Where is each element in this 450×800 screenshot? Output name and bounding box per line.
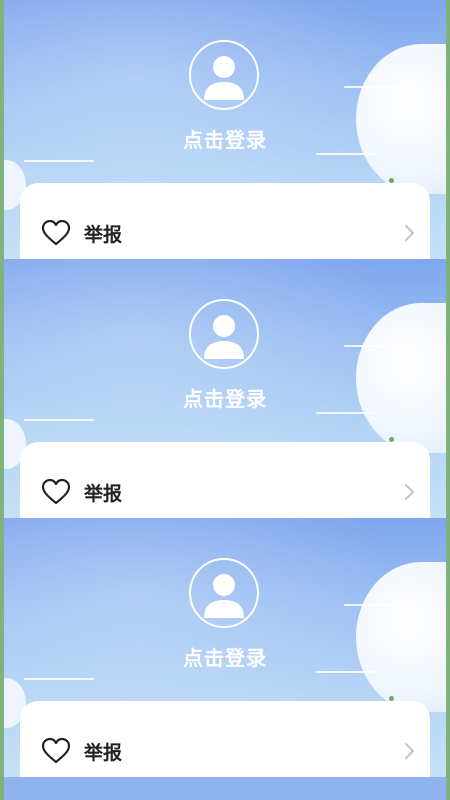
heart-outline-icon — [42, 738, 70, 764]
report-label: 举报 — [84, 483, 123, 505]
user-avatar-icon[interactable] — [189, 558, 259, 628]
chevron-right-icon — [405, 743, 414, 759]
wind-streak — [24, 678, 94, 680]
profile-header-panel: 点击登录 举报 — [4, 518, 446, 777]
wind-streak — [344, 604, 414, 606]
login-button[interactable]: 点击登录 — [4, 642, 446, 671]
profile-header-panel: 点击登录 举报 — [4, 0, 446, 259]
heart-outline-icon — [42, 479, 70, 505]
report-label: 举报 — [84, 224, 123, 246]
wind-streak — [24, 160, 94, 162]
user-avatar-icon[interactable] — [189, 299, 259, 369]
report-label: 举报 — [84, 742, 123, 764]
chevron-right-icon — [405, 225, 414, 241]
default-user-icon — [204, 56, 244, 100]
app-frame: 点击登录 举报 点击登录 举报 点击登录 举报 — [4, 0, 446, 800]
heart-outline-icon — [42, 220, 70, 246]
wind-streak — [316, 412, 376, 414]
menu-card: 举报 — [20, 701, 430, 777]
wind-streak — [24, 419, 94, 421]
wind-streak — [316, 153, 376, 155]
report-menu-item[interactable]: 举报 — [20, 213, 430, 253]
bottom-strip — [4, 777, 446, 800]
profile-header-panel: 点击登录 举报 — [4, 259, 446, 518]
wind-streak — [344, 345, 414, 347]
menu-card: 举报 — [20, 442, 430, 518]
login-button[interactable]: 点击登录 — [4, 383, 446, 412]
default-user-icon — [204, 574, 244, 618]
wind-streak — [344, 86, 414, 88]
report-menu-item[interactable]: 举报 — [20, 731, 430, 771]
report-menu-item[interactable]: 举报 — [20, 472, 430, 512]
chevron-right-icon — [405, 484, 414, 500]
login-button[interactable]: 点击登录 — [4, 124, 446, 153]
default-user-icon — [204, 315, 244, 359]
wind-streak — [316, 671, 376, 673]
menu-card: 举报 — [20, 183, 430, 259]
user-avatar-icon[interactable] — [189, 40, 259, 110]
